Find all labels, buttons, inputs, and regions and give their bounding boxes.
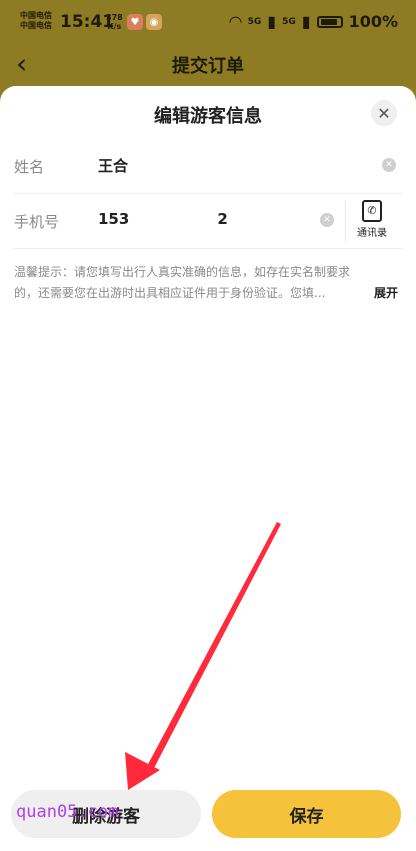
divider [345,201,346,241]
expand-link[interactable]: 展开 [369,283,398,304]
phone-suffix: 2 [217,210,228,228]
name-field-row: 姓名 王合 ✕ [14,138,402,194]
heart-app-icon: ♥ [127,14,143,30]
phone-input[interactable]: 153 2 [98,210,228,228]
close-button[interactable]: ✕ [371,100,397,126]
name-input[interactable]: 王合 [98,155,128,176]
carrier-labels: 中国电信 中国电信 [20,11,52,31]
phone-label: 手机号 [14,213,60,231]
edit-visitor-sheet: 编辑游客信息 ✕ 姓名 王合 ✕ 手机号 153 2 ✕ ✆ 通讯录 温馨提示：请… [0,86,416,851]
carrier-2: 中国电信 [20,21,52,30]
net-speed-unit: K/s [107,22,122,31]
delete-label: 删除游客 [72,806,140,827]
clear-phone-icon[interactable]: ✕ [320,213,334,227]
weibo-app-icon: ◉ [146,14,162,30]
save-label: 保存 [289,806,324,827]
delete-visitor-button[interactable]: 删除游客 [11,790,201,838]
phone-book-icon: ✆ [362,200,382,222]
contacts-button[interactable]: ✆ 通讯录 [350,200,394,239]
battery-percent: 100% [348,12,398,31]
save-button[interactable]: 保存 [212,790,401,838]
network-speed: 378 K/s [106,13,123,31]
clear-name-icon[interactable]: ✕ [382,158,396,172]
status-indicators: ◠ 5G ▮ 5G ▮ 100% [229,12,398,31]
signal-5g-1: 5G [247,16,262,27]
signal-5g-2: 5G [282,16,296,27]
battery-icon [316,15,343,28]
tip-text: 温馨提示：请您填写出行人真实准确的信息，如存在实名制要求的，还需要您在出游时出具… [14,265,351,300]
background-header: ‹ 提交订单 [0,44,416,84]
signal-bars-icon: ▮ [267,12,277,31]
carrier-1: 中国电信 [20,11,52,20]
contacts-label: 通讯录 [357,228,387,239]
page-title: 提交订单 [172,56,244,77]
wifi-icon: ◠ [229,12,242,31]
name-label: 姓名 [14,158,45,176]
net-speed-value: 378 [106,13,123,22]
status-bar: 中国电信 中国电信 15:41 378 K/s ♥ ◉ ◠ 5G ▮ 5G ▮ … [0,0,416,44]
signal-bars-icon-2: ▮ [301,12,311,31]
notice-tip: 温馨提示：请您填写出行人真实准确的信息，如存在实名制要求的，还需要您在出游时出具… [14,262,400,304]
sheet-title: 编辑游客信息 [154,106,262,127]
phone-prefix: 153 [98,210,130,228]
close-icon: ✕ [377,103,391,123]
phone-field-row: 手机号 153 2 ✕ ✆ 通讯录 [14,193,402,249]
